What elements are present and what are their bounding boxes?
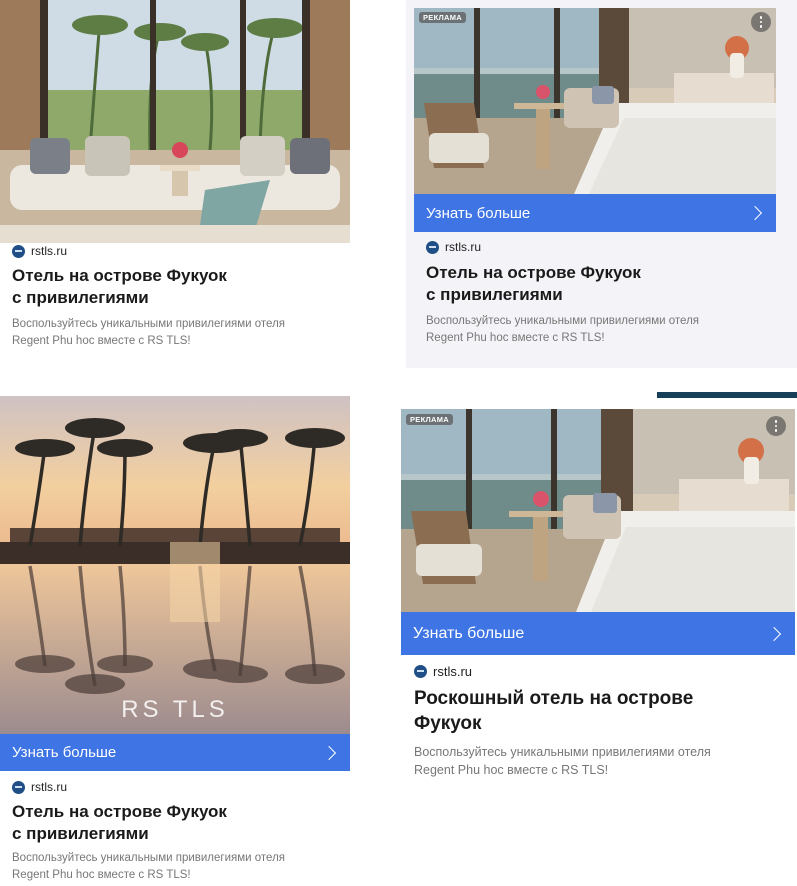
ad-title-line[interactable]: с привилегиями (12, 823, 227, 845)
ad-title-line[interactable]: Отель на острове Фукуок (12, 265, 227, 287)
more-options-icon[interactable] (751, 12, 771, 32)
more-options-icon[interactable] (766, 416, 786, 436)
brand-watermark: RS TLS (121, 696, 229, 723)
ad-title[interactable]: Роскошный отель на острове Фукуок (414, 687, 693, 736)
desc-line: Regent Phu hoc вместе с RS TLS! (12, 334, 191, 347)
ad-image-bedroom[interactable] (401, 409, 795, 612)
learn-more-button[interactable]: Узнать больше (401, 612, 795, 655)
desc-line: Воспользуйтесь уникальными привилегиями … (12, 318, 286, 330)
site-logo-icon (12, 244, 25, 258)
desc-line: Воспользуйтесь уникальными привилегиями … (414, 745, 711, 759)
ad-domain[interactable]: rstls.ru (414, 664, 472, 679)
ad-image-bedroom[interactable] (414, 8, 776, 194)
ad-badge: РЕКЛАМА (419, 12, 467, 23)
ad-title[interactable]: Отель на острове Фукуок с привилегиями (426, 262, 641, 306)
site-logo-icon (414, 665, 427, 678)
ad-description: Воспользуйтесь уникальными привилегиями … (12, 316, 285, 349)
ad-badge: РЕКЛАМА (406, 414, 454, 425)
desc-line: Regent Phu hoc вместе с RS TLS! (414, 763, 609, 778)
ad-description: Воспользуйтесь уникальными привилегиями … (426, 313, 699, 346)
ad-title-line[interactable]: Фукуок (414, 712, 693, 737)
ad-title[interactable]: Отель на острове Фукуок с привилегиями (12, 265, 227, 309)
cta-label[interactable]: Узнать больше (413, 625, 524, 643)
chevron-right-icon[interactable] (766, 626, 782, 641)
ad-card-2[interactable]: РЕКЛАМА Узнать больше rstls.ru Отель на … (406, 0, 797, 368)
ad-title-line[interactable]: с привилегиями (12, 287, 227, 309)
desc-line: Regent Phu hoc вместе с RS TLS! (12, 868, 191, 881)
ad-domain[interactable]: rstls.ru (426, 240, 481, 254)
ad-card-4[interactable]: РЕКЛАМА Узнать больше rstls.ru Роскошный… (398, 398, 797, 793)
ad-domain[interactable]: rstls.ru (12, 244, 67, 258)
domain-text[interactable]: rstls.ru (31, 244, 67, 258)
ad-title-line[interactable]: Отель на острове Фукуок (426, 262, 641, 284)
chevron-right-icon[interactable] (321, 745, 337, 760)
ad-description: Воспользуйтесь уникальными привилегиями … (12, 850, 285, 883)
ad-description: Воспользуйтесь уникальными привилегиями … (414, 743, 711, 779)
chevron-right-icon[interactable] (747, 205, 763, 221)
ad-image-lounge[interactable] (0, 0, 350, 243)
ad-card-1[interactable]: rstls.ru Отель на острове Фукуок с приви… (0, 0, 350, 368)
ad-image-sunset-pool[interactable] (0, 396, 350, 734)
domain-text[interactable]: rstls.ru (445, 240, 481, 254)
desc-line: Воспользуйтесь уникальными привилегиями … (12, 852, 286, 864)
learn-more-button[interactable]: Узнать больше (414, 194, 776, 232)
desc-line: Regent Phu hoc вместе с RS TLS! (426, 331, 605, 344)
site-logo-icon (426, 240, 439, 254)
cta-label[interactable]: Узнать больше (426, 205, 530, 222)
ad-domain[interactable]: rstls.ru (12, 780, 67, 794)
ad-title-line[interactable]: Роскошный отель на острове (414, 687, 693, 712)
cta-label[interactable]: Узнать больше (12, 744, 116, 761)
site-logo-icon (12, 780, 25, 794)
domain-text[interactable]: rstls.ru (433, 664, 472, 679)
ad-title-line[interactable]: с привилегиями (426, 284, 641, 306)
learn-more-button[interactable]: Узнать больше (0, 734, 350, 771)
domain-text[interactable]: rstls.ru (31, 780, 67, 794)
desc-line: Воспользуйтесь уникальными привилегиями … (426, 315, 700, 327)
ad-title-line[interactable]: Отель на острове Фукуок (12, 801, 227, 823)
ad-card-3[interactable]: RS TLS Узнать больше rstls.ru Отель на о… (0, 396, 350, 886)
ad-title[interactable]: Отель на острове Фукуок с привилегиями (12, 801, 227, 845)
